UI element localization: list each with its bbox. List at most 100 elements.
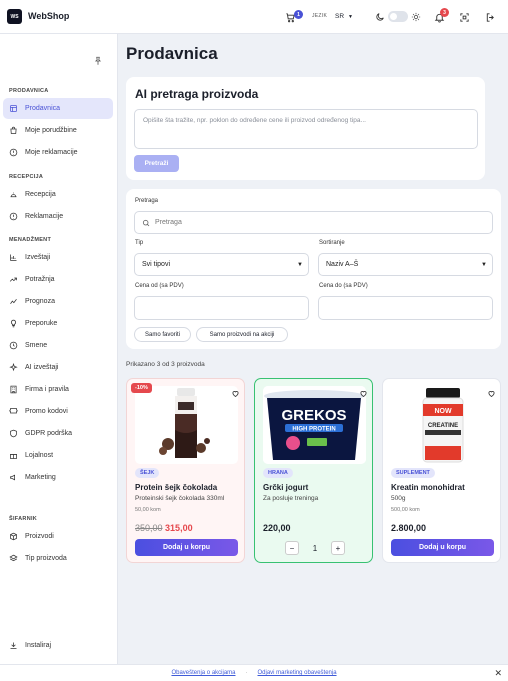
- bag-icon: [10, 126, 17, 134]
- product-stock: 500,00 kom: [391, 507, 420, 513]
- ai-search-button[interactable]: Pretraži: [134, 155, 179, 172]
- increase-button[interactable]: +: [330, 541, 345, 555]
- sidebar-item[interactable]: Reklamacije: [3, 206, 113, 227]
- product-name: Kreatin monohidrat: [391, 483, 465, 492]
- brand-name: WebShop: [28, 11, 70, 21]
- product-price: 2.800,00: [391, 523, 427, 533]
- sidebar-item-label: Moje reklamacije: [25, 149, 78, 156]
- forecast-icon: [10, 299, 17, 304]
- type-select[interactable]: Svi tipovi ▼: [134, 253, 309, 276]
- product-name: Protein šejk čokolada: [135, 483, 218, 492]
- discount-badge: -10%: [131, 383, 152, 393]
- favorites-chip[interactable]: Samo favoriti: [134, 327, 191, 342]
- add-to-cart-button[interactable]: Dodaj u korpu: [135, 539, 238, 556]
- quantity-stepper: − 1 +: [285, 541, 345, 555]
- heart-icon[interactable]: [359, 385, 368, 403]
- sidebar-item-label: Reklamacije: [25, 213, 64, 220]
- sidebar-item-label: Promo kodovi: [25, 408, 68, 415]
- sale-chip[interactable]: Samo proizvodi na akciji: [196, 327, 288, 342]
- sidebar-item[interactable]: Firma i pravila: [3, 379, 113, 400]
- sidebar-item-label: Proizvodi: [25, 533, 54, 540]
- sidebar-item[interactable]: Prodavnica: [3, 98, 113, 119]
- heart-icon[interactable]: [487, 385, 496, 403]
- category-badge: ŠEJK: [135, 468, 160, 478]
- product-card[interactable]: NOW CREATINE SUPLEMENT Kreatin monohidra…: [382, 378, 501, 563]
- sidebar: PRODAVNICA Prodavnica Moje porudžbine Mo…: [0, 34, 118, 664]
- price-from-input[interactable]: [134, 296, 309, 320]
- sidebar-item[interactable]: Promo kodovi: [3, 401, 113, 422]
- language-select[interactable]: SR ▼: [331, 9, 361, 24]
- sidebar-item[interactable]: Moje porudžbine: [3, 120, 113, 141]
- cart-badge: 1: [294, 10, 303, 19]
- product-image: NOW CREATINE: [391, 386, 494, 464]
- logo[interactable]: WS: [7, 9, 22, 24]
- store-icon: [10, 105, 17, 112]
- language-value: SR: [335, 13, 345, 20]
- sidebar-item[interactable]: Potražnja: [3, 269, 113, 290]
- sidebar-item[interactable]: Lojalnost: [3, 445, 113, 466]
- price-to-input[interactable]: [318, 296, 493, 320]
- theme-toggle[interactable]: [388, 11, 408, 22]
- ai-search-textarea[interactable]: Opišite šta tražite, npr. poklon do odre…: [134, 109, 478, 149]
- sidebar-item[interactable]: AI izveštaji: [3, 357, 113, 378]
- sidebar-item[interactable]: Marketing: [3, 467, 113, 488]
- sidebar-item-label: Izveštaji: [25, 254, 51, 261]
- category-badge: SUPLEMENT: [391, 468, 435, 478]
- unsubscribe-link[interactable]: Odjavi marketing obaveštenja: [258, 670, 337, 676]
- page-title: Prodavnica: [126, 44, 218, 63]
- add-to-cart-button[interactable]: Dodaj u korpu: [391, 539, 494, 556]
- sidebar-item-label: Moje porudžbine: [25, 127, 77, 134]
- product-description: Proteinski šejk čokolada 330ml: [135, 495, 225, 502]
- product-name: Grčki jogurt: [263, 483, 309, 492]
- alert-icon: [9, 212, 18, 221]
- sidebar-item[interactable]: Smene: [3, 335, 113, 356]
- sidebar-item[interactable]: Izveštaji: [3, 247, 113, 268]
- sidebar-item[interactable]: Recepcija: [3, 184, 113, 205]
- sidebar-item[interactable]: GDPR podrška: [3, 423, 113, 444]
- chevron-down-icon: ▼: [297, 261, 303, 268]
- sidebar-item[interactable]: Moje reklamacije: [3, 142, 113, 163]
- product-price: 220,00: [263, 523, 291, 533]
- sidebar-item[interactable]: Tip proizvoda: [3, 548, 113, 569]
- language-label: JEZIK: [312, 13, 328, 19]
- search-input[interactable]: Pretraga: [134, 211, 493, 234]
- svg-text:NOW: NOW: [434, 408, 452, 415]
- scan-icon[interactable]: [457, 10, 471, 24]
- layers-icon: [9, 554, 18, 562]
- type-label: Tip: [135, 240, 144, 246]
- trend-icon: [9, 277, 17, 282]
- bulb-icon: [10, 319, 17, 328]
- search-label: Pretraga: [135, 198, 159, 204]
- search-icon: [142, 219, 150, 226]
- sort-select[interactable]: Naziv A–Š ▼: [318, 253, 493, 276]
- product-card[interactable]: -10% ŠEJK Protein šejk čokolada Proteins…: [126, 378, 245, 563]
- alert-icon: [9, 148, 18, 157]
- promotions-link[interactable]: Obaveštenja o akcijama: [171, 670, 235, 676]
- product-price: 350,00 315,00: [135, 523, 193, 533]
- sidebar-item-label: Smene: [25, 342, 48, 349]
- clock-icon: [9, 341, 18, 350]
- heart-icon[interactable]: [231, 385, 240, 403]
- sidebar-item[interactable]: Preporuke: [3, 313, 113, 334]
- sidebar-item[interactable]: Proizvodi: [3, 526, 113, 547]
- decrease-button[interactable]: −: [285, 541, 299, 555]
- gift-icon: [10, 454, 17, 459]
- sparkle-icon: [9, 363, 18, 372]
- sidebar-item-label: Marketing: [25, 474, 56, 481]
- install-label: Instaliraj: [25, 642, 52, 649]
- install-button[interactable]: Instaliraj: [3, 635, 113, 656]
- top-bar: WS WebShop 1 JEZIK SR ▼ 3: [0, 0, 508, 34]
- concierge-icon: [10, 192, 17, 198]
- product-card[interactable]: GREKOS HIGH PROTEIN HRANA Grčki jogurt Z…: [254, 378, 373, 563]
- sidebar-item-label: Tip proizvoda: [25, 555, 67, 562]
- sidebar-item-label: Prognoza: [25, 298, 55, 305]
- pin-icon[interactable]: [93, 53, 103, 71]
- product-stock: 50,00 kom: [135, 507, 161, 513]
- logout-icon[interactable]: [483, 10, 497, 24]
- close-icon[interactable]: ✕: [494, 668, 502, 679]
- ai-search-title: AI pretraga proizvoda: [135, 87, 259, 101]
- footer-separator: ·: [245, 670, 248, 676]
- product-image: GREKOS HIGH PROTEIN: [263, 386, 366, 464]
- sidebar-item[interactable]: Prognoza: [3, 291, 113, 312]
- notification-badge: 3: [440, 8, 449, 17]
